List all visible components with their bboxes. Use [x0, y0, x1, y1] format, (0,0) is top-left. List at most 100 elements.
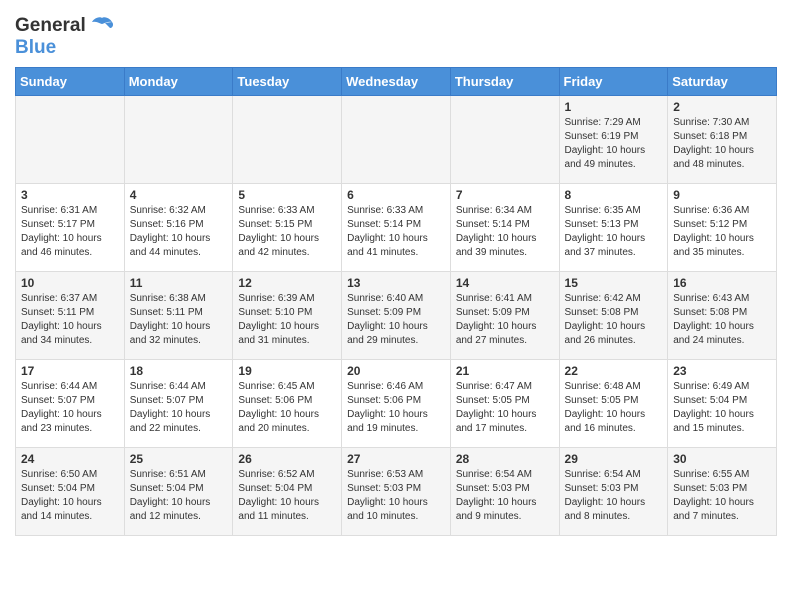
logo-general-text: General [15, 15, 86, 37]
calendar-cell: 6 Sunrise: 6:33 AMSunset: 5:14 PMDaylight… [342, 184, 451, 272]
day-info: Sunrise: 6:51 AMSunset: 5:04 PMDaylight:… [130, 468, 228, 524]
day-number: 16 [673, 276, 771, 290]
calendar-cell: 2 Sunrise: 7:30 AMSunset: 6:18 PMDaylight… [668, 96, 777, 184]
day-info: Sunrise: 6:54 AMSunset: 5:03 PMDaylight:… [456, 468, 554, 524]
header: General Blue [15, 10, 777, 59]
logo-bird-icon [90, 16, 114, 36]
day-info: Sunrise: 6:46 AMSunset: 5:06 PMDaylight:… [347, 380, 445, 436]
day-number: 9 [673, 188, 771, 202]
calendar-week-row: 3Sunrise: 6:31 AMSunset: 5:17 PMDaylight… [16, 184, 777, 272]
day-info: Sunrise: 6:54 AMSunset: 5:03 PMDaylight:… [565, 468, 663, 524]
calendar-week-row: 24 Sunrise: 6:50 AMSunset: 5:04 PMDayligh… [16, 448, 777, 536]
logo: General Blue [15, 15, 114, 59]
calendar-cell: 29 Sunrise: 6:54 AMSunset: 5:03 PMDayligh… [559, 448, 668, 536]
calendar-cell: 9 Sunrise: 6:36 AMSunset: 5:12 PMDaylight… [668, 184, 777, 272]
day-info: Sunrise: 6:32 AMSunset: 5:16 PMDaylight:… [130, 204, 228, 260]
day-number: 27 [347, 452, 445, 466]
calendar-cell: 28 Sunrise: 6:54 AMSunset: 5:03 PMDayligh… [450, 448, 559, 536]
calendar-cell [16, 96, 125, 184]
calendar-table: SundayMondayTuesdayWednesdayThursdayFrid… [15, 67, 777, 536]
calendar-cell: 26Sunrise: 6:52 AMSunset: 5:04 PMDayligh… [233, 448, 342, 536]
calendar-cell [450, 96, 559, 184]
weekday-header-saturday: Saturday [668, 68, 777, 96]
calendar-week-row: 1Sunrise: 7:29 AMSunset: 6:19 PMDaylight… [16, 96, 777, 184]
day-number: 22 [565, 364, 663, 378]
day-number: 23 [673, 364, 771, 378]
calendar-cell: 16Sunrise: 6:43 AMSunset: 5:08 PMDayligh… [668, 272, 777, 360]
day-number: 24 [21, 452, 119, 466]
day-info: Sunrise: 6:44 AMSunset: 5:07 PMDaylight:… [130, 380, 228, 436]
day-info: Sunrise: 7:30 AMSunset: 6:18 PMDaylight:… [673, 116, 771, 172]
day-number: 7 [456, 188, 554, 202]
day-info: Sunrise: 6:33 AMSunset: 5:15 PMDaylight:… [238, 204, 336, 260]
calendar-cell: 1Sunrise: 7:29 AMSunset: 6:19 PMDaylight… [559, 96, 668, 184]
calendar-cell: 23 Sunrise: 6:49 AMSunset: 5:04 PMDayligh… [668, 360, 777, 448]
calendar-cell: 24 Sunrise: 6:50 AMSunset: 5:04 PMDayligh… [16, 448, 125, 536]
day-info: Sunrise: 6:36 AMSunset: 5:12 PMDaylight:… [673, 204, 771, 260]
calendar-cell: 14 Sunrise: 6:41 AMSunset: 5:09 PMDayligh… [450, 272, 559, 360]
day-number: 18 [130, 364, 228, 378]
day-info: Sunrise: 6:33 AMSunset: 5:14 PMDaylight:… [347, 204, 445, 260]
weekday-header-wednesday: Wednesday [342, 68, 451, 96]
day-info: Sunrise: 6:35 AMSunset: 5:13 PMDaylight:… [565, 204, 663, 260]
calendar-week-row: 17 Sunrise: 6:44 AMSunset: 5:07 PMDayligh… [16, 360, 777, 448]
day-number: 14 [456, 276, 554, 290]
calendar-cell: 17Sunrise: 6:44 AMSunset: 5:07 PMDayligh… [16, 360, 125, 448]
day-info: Sunrise: 6:38 AMSunset: 5:11 PMDaylight:… [130, 292, 228, 348]
day-info: Sunrise: 6:39 AMSunset: 5:10 PMDaylight:… [238, 292, 336, 348]
day-info: Sunrise: 6:53 AMSunset: 5:03 PMDaylight:… [347, 468, 445, 524]
day-info: Sunrise: 6:47 AMSunset: 5:05 PMDaylight:… [456, 380, 554, 436]
calendar-header-row: SundayMondayTuesdayWednesdayThursdayFrid… [16, 68, 777, 96]
weekday-header-monday: Monday [124, 68, 233, 96]
day-info: Sunrise: 6:34 AMSunset: 5:14 PMDaylight:… [456, 204, 554, 260]
calendar-cell: 4 Sunrise: 6:32 AMSunset: 5:16 PMDaylight… [124, 184, 233, 272]
calendar-cell: 15 Sunrise: 6:42 AMSunset: 5:08 PMDayligh… [559, 272, 668, 360]
calendar-cell: 19 Sunrise: 6:45 AMSunset: 5:06 PMDayligh… [233, 360, 342, 448]
day-info: Sunrise: 6:37 AMSunset: 5:11 PMDaylight:… [21, 292, 119, 348]
day-number: 29 [565, 452, 663, 466]
weekday-header-thursday: Thursday [450, 68, 559, 96]
day-number: 21 [456, 364, 554, 378]
calendar-cell: 3Sunrise: 6:31 AMSunset: 5:17 PMDaylight… [16, 184, 125, 272]
day-number: 5 [238, 188, 336, 202]
day-number: 8 [565, 188, 663, 202]
logo-blue-text: Blue [15, 37, 56, 59]
day-number: 2 [673, 100, 771, 114]
calendar-cell: 10 Sunrise: 6:37 AMSunset: 5:11 PMDayligh… [16, 272, 125, 360]
main-container: General Blue SundayMondayTuesdayWednesda… [0, 0, 792, 546]
day-number: 15 [565, 276, 663, 290]
day-info: Sunrise: 6:55 AMSunset: 5:03 PMDaylight:… [673, 468, 771, 524]
day-number: 11 [130, 276, 228, 290]
day-number: 6 [347, 188, 445, 202]
day-info: Sunrise: 6:41 AMSunset: 5:09 PMDaylight:… [456, 292, 554, 348]
day-number: 19 [238, 364, 336, 378]
calendar-cell: 20Sunrise: 6:46 AMSunset: 5:06 PMDayligh… [342, 360, 451, 448]
calendar-cell: 21 Sunrise: 6:47 AMSunset: 5:05 PMDayligh… [450, 360, 559, 448]
day-number: 28 [456, 452, 554, 466]
weekday-header-friday: Friday [559, 68, 668, 96]
day-number: 17 [21, 364, 119, 378]
weekday-header-tuesday: Tuesday [233, 68, 342, 96]
day-info: Sunrise: 6:42 AMSunset: 5:08 PMDaylight:… [565, 292, 663, 348]
calendar-cell: 25 Sunrise: 6:51 AMSunset: 5:04 PMDayligh… [124, 448, 233, 536]
calendar-cell [342, 96, 451, 184]
calendar-cell [233, 96, 342, 184]
day-info: Sunrise: 6:49 AMSunset: 5:04 PMDaylight:… [673, 380, 771, 436]
day-number: 10 [21, 276, 119, 290]
day-info: Sunrise: 6:48 AMSunset: 5:05 PMDaylight:… [565, 380, 663, 436]
calendar-cell [124, 96, 233, 184]
day-info: Sunrise: 6:31 AMSunset: 5:17 PMDaylight:… [21, 204, 119, 260]
calendar-cell: 8 Sunrise: 6:35 AMSunset: 5:13 PMDaylight… [559, 184, 668, 272]
day-number: 26 [238, 452, 336, 466]
calendar-cell: 12Sunrise: 6:39 AMSunset: 5:10 PMDayligh… [233, 272, 342, 360]
calendar-cell: 22 Sunrise: 6:48 AMSunset: 5:05 PMDayligh… [559, 360, 668, 448]
calendar-cell: 30Sunrise: 6:55 AMSunset: 5:03 PMDayligh… [668, 448, 777, 536]
calendar-week-row: 10 Sunrise: 6:37 AMSunset: 5:11 PMDayligh… [16, 272, 777, 360]
day-info: Sunrise: 6:45 AMSunset: 5:06 PMDaylight:… [238, 380, 336, 436]
day-number: 13 [347, 276, 445, 290]
calendar-cell: 13Sunrise: 6:40 AMSunset: 5:09 PMDayligh… [342, 272, 451, 360]
day-info: Sunrise: 6:50 AMSunset: 5:04 PMDaylight:… [21, 468, 119, 524]
day-number: 25 [130, 452, 228, 466]
day-number: 1 [565, 100, 663, 114]
day-number: 4 [130, 188, 228, 202]
